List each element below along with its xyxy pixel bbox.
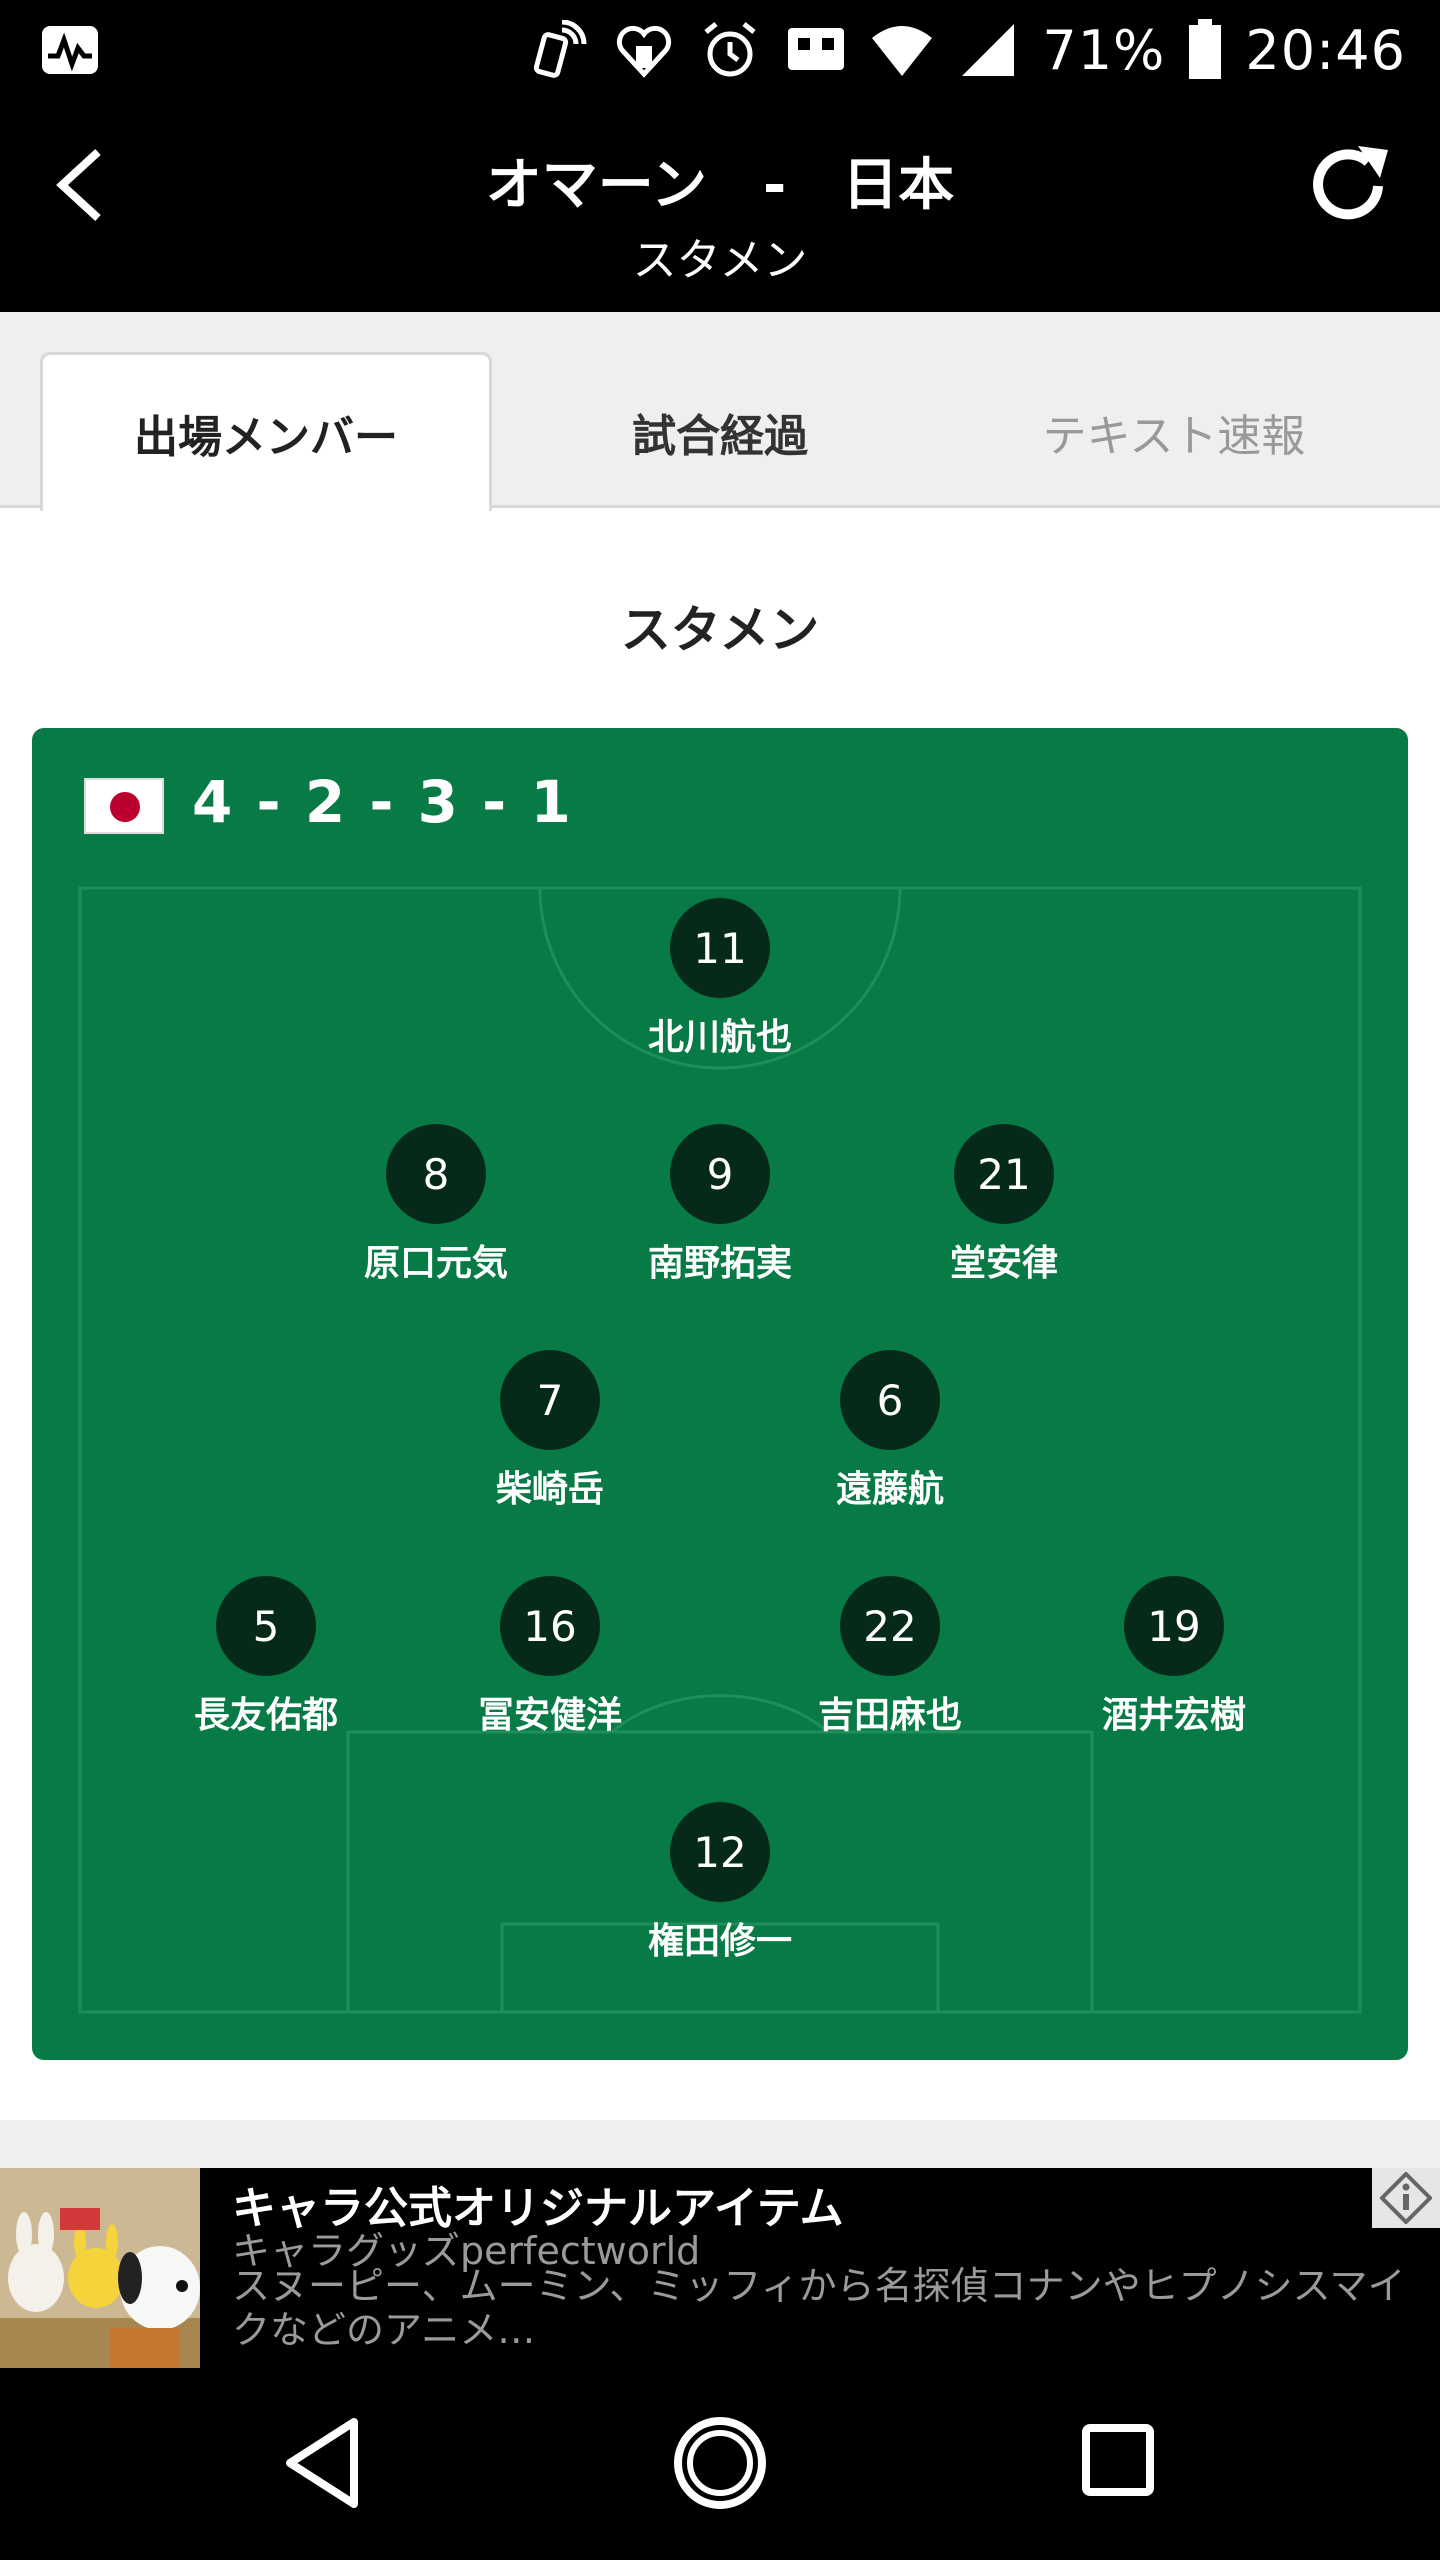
player-marker[interactable]: 19 酒井宏樹 bbox=[1054, 1576, 1294, 1738]
health-icon bbox=[617, 25, 672, 78]
screen: 71% 20:46 オマーン - 日本 スタメン 出場メンバー 試合経過 テキス… bbox=[0, 0, 1440, 2560]
section-title: スタメン bbox=[620, 601, 820, 659]
player-number: 6 bbox=[840, 1350, 940, 1450]
player-marker[interactable]: 21 堂安律 bbox=[884, 1124, 1124, 1286]
player-marker[interactable]: 12 権田修一 bbox=[600, 1802, 840, 1964]
status-bar: 71% 20:46 bbox=[0, 0, 1440, 100]
player-name: 北川航也 bbox=[647, 1017, 792, 1058]
player-number: 8 bbox=[386, 1124, 486, 1224]
player-number: 11 bbox=[670, 898, 770, 998]
player-name: 酒井宏樹 bbox=[1101, 1695, 1246, 1736]
player-name: 南野拓実 bbox=[647, 1243, 792, 1284]
japan-flag-icon bbox=[84, 778, 164, 834]
clock: 20:46 bbox=[1245, 18, 1406, 82]
player-number: 7 bbox=[500, 1350, 600, 1450]
app-header: オマーン - 日本 スタメン bbox=[0, 100, 1440, 312]
tab-lineup[interactable]: 出場メンバー bbox=[40, 352, 492, 511]
player-name: 冨安健洋 bbox=[477, 1695, 622, 1736]
player-number: 16 bbox=[500, 1576, 600, 1676]
player-name: 柴崎岳 bbox=[495, 1469, 604, 1510]
player-name: 権田修一 bbox=[647, 1921, 792, 1962]
wifi-icon bbox=[872, 26, 933, 76]
player-marker[interactable]: 9 南野拓実 bbox=[600, 1124, 840, 1286]
player-number: 5 bbox=[216, 1576, 316, 1676]
player-name: 遠藤航 bbox=[835, 1469, 944, 1510]
refresh-icon[interactable] bbox=[1300, 140, 1400, 230]
player-name: 長友佑都 bbox=[193, 1695, 338, 1736]
signal-icon bbox=[962, 24, 1015, 76]
activity-icon bbox=[42, 26, 98, 74]
page-title: オマーン - 日本 bbox=[485, 153, 955, 218]
player-marker[interactable]: 7 柴崎岳 bbox=[430, 1350, 670, 1512]
vibrate-icon bbox=[788, 28, 845, 70]
alarm-icon bbox=[704, 22, 756, 77]
nav-back-icon[interactable] bbox=[264, 2408, 384, 2518]
player-number: 9 bbox=[670, 1124, 770, 1224]
nav-recents-icon[interactable] bbox=[1060, 2408, 1180, 2518]
tab-bar: 出場メンバー 試合経過 テキスト速報 bbox=[0, 312, 1440, 511]
player-number: 21 bbox=[954, 1124, 1054, 1224]
formation-label: 4 - 2 - 3 - 1 bbox=[192, 768, 573, 836]
nfc-icon bbox=[534, 20, 587, 78]
navigation-bar bbox=[0, 2368, 1440, 2560]
page-subtitle: スタメン bbox=[632, 235, 808, 286]
player-marker[interactable]: 5 長友佑都 bbox=[146, 1576, 386, 1738]
separator bbox=[0, 2120, 1440, 2168]
player-number: 19 bbox=[1124, 1576, 1224, 1676]
lineup-pitch: 4 - 2 - 3 - 1 11 北川航也 8 原口元気 9 南野拓実 21 堂… bbox=[32, 728, 1408, 2060]
player-number: 22 bbox=[840, 1576, 940, 1676]
ad-banner[interactable]: キャラ公式オリジナルアイテム キャラグッズperfectworld スヌーピー、… bbox=[0, 2168, 1440, 2368]
nav-home-icon[interactable] bbox=[660, 2408, 780, 2518]
tab-text-updates[interactable]: テキスト速報 bbox=[948, 352, 1400, 511]
battery-percent: 71% bbox=[1042, 18, 1166, 82]
ad-description: スヌーピー、ムーミン、ミッフィから名探偵コナンやヒプノシスマイクなどのアニメ… bbox=[232, 2264, 1406, 2352]
battery-icon bbox=[1189, 19, 1222, 79]
player-marker[interactable]: 6 遠藤航 bbox=[770, 1350, 1010, 1512]
player-marker[interactable]: 8 原口元気 bbox=[316, 1124, 556, 1286]
player-marker[interactable]: 22 吉田麻也 bbox=[770, 1576, 1010, 1738]
player-name: 原口元気 bbox=[363, 1243, 508, 1284]
ad-info-icon[interactable] bbox=[1372, 2168, 1440, 2228]
ad-image bbox=[0, 2168, 200, 2368]
player-marker[interactable]: 11 北川航也 bbox=[600, 898, 840, 1060]
tab-match-progress[interactable]: 試合経過 bbox=[492, 352, 948, 511]
player-number: 12 bbox=[670, 1802, 770, 1902]
player-name: 吉田麻也 bbox=[817, 1695, 962, 1736]
player-name: 堂安律 bbox=[949, 1243, 1058, 1284]
player-marker[interactable]: 16 冨安健洋 bbox=[430, 1576, 670, 1738]
